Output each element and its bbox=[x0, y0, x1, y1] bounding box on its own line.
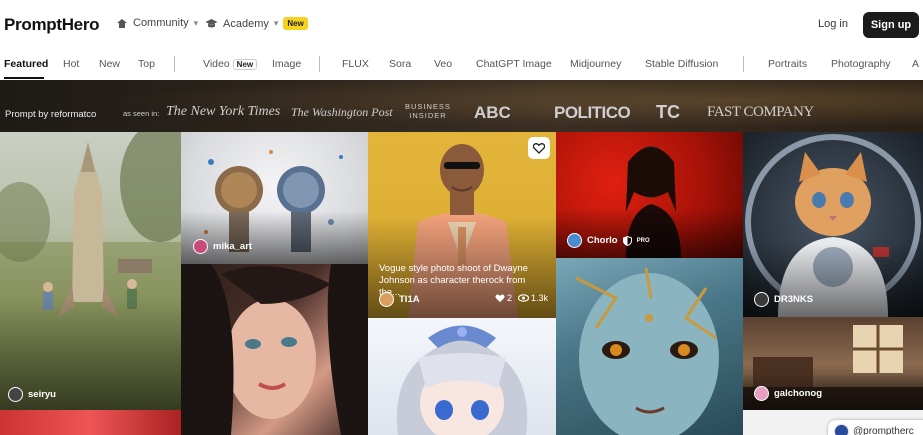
shield-icon bbox=[622, 235, 632, 246]
image-card-robots[interactable]: mika_art bbox=[181, 132, 368, 264]
tab-featured[interactable]: Featured bbox=[4, 58, 48, 70]
author-name: seiryu bbox=[28, 389, 56, 400]
techcrunch-logo: TC bbox=[656, 102, 680, 122]
washington-post-logo: The Washington Post bbox=[291, 105, 393, 119]
tab-flux[interactable]: FLUX bbox=[342, 58, 369, 70]
avatar bbox=[379, 292, 394, 307]
author-name: galchonog bbox=[774, 388, 823, 399]
fast-company-logo: FAST COMPANY bbox=[707, 104, 814, 120]
press-banner: Prompt by reformatco as seen in: The New… bbox=[0, 80, 923, 132]
graduation-cap-icon bbox=[205, 19, 218, 28]
tab-divider bbox=[743, 56, 744, 72]
politico-logo: POLITICO bbox=[554, 103, 631, 122]
card-author[interactable]: seiryu bbox=[8, 387, 56, 402]
like-count: 2 bbox=[507, 293, 513, 303]
tab-divider bbox=[174, 56, 175, 72]
community-label: Community bbox=[133, 17, 189, 29]
image-card-astronaut-cat[interactable]: DR3NKS bbox=[743, 132, 923, 317]
chevron-down-icon: ▾ bbox=[273, 18, 279, 28]
avatar bbox=[8, 387, 23, 402]
prompthero-handle-pill[interactable]: @promptherc bbox=[828, 420, 923, 435]
tab-sora[interactable]: Sora bbox=[389, 58, 411, 70]
author-name: TI1A bbox=[399, 294, 420, 305]
image-card-cozy-room[interactable]: galchonog bbox=[743, 317, 923, 410]
academy-dropdown[interactable]: Academy ▾ New bbox=[205, 17, 308, 30]
image-card-anime-girl[interactable] bbox=[368, 318, 556, 435]
nyt-logo: The New York Times bbox=[166, 104, 281, 119]
tab-midjourney[interactable]: Midjourney bbox=[570, 58, 621, 70]
tab-new[interactable]: New bbox=[99, 58, 120, 70]
tab-top[interactable]: Top bbox=[138, 58, 155, 70]
avatar bbox=[754, 292, 769, 307]
girl-portrait-illustration bbox=[181, 264, 368, 435]
tab-veo[interactable]: Veo bbox=[434, 58, 452, 70]
card-author[interactable]: DR3NKS bbox=[754, 292, 813, 307]
favorite-button[interactable] bbox=[528, 137, 550, 159]
community-icon bbox=[117, 18, 127, 28]
avatar bbox=[193, 239, 208, 254]
image-card-girl-portrait[interactable] bbox=[181, 264, 368, 435]
view-count: 1.3k bbox=[531, 293, 549, 303]
academy-label: Academy bbox=[223, 17, 269, 30]
login-link[interactable]: Log in bbox=[818, 18, 848, 30]
as-seen-in-label: as seen in: bbox=[123, 109, 160, 118]
logo[interactable]: PromptHero bbox=[4, 15, 100, 35]
image-card-partial[interactable] bbox=[0, 410, 181, 435]
community-dropdown[interactable]: Community ▾ bbox=[116, 17, 198, 29]
tab-chatgpt-image[interactable]: ChatGPT Image bbox=[476, 58, 552, 70]
tab-video[interactable]: Video New bbox=[203, 58, 258, 70]
eye-icon bbox=[518, 294, 530, 302]
author-name: Chorlo bbox=[587, 235, 618, 246]
author-name: mika_art bbox=[213, 241, 253, 252]
image-card-rocket[interactable]: seiryu bbox=[0, 132, 181, 410]
cracked-face-illustration bbox=[575, 267, 719, 435]
pro-badge: PRO bbox=[636, 237, 650, 244]
tab-photography[interactable]: Photography bbox=[831, 58, 891, 70]
business-insider-logo: BUSINESS INSIDER bbox=[405, 102, 451, 120]
handle-text: @promptherc bbox=[853, 425, 914, 435]
card-author[interactable]: galchonog bbox=[754, 386, 822, 401]
video-new-badge: New bbox=[232, 59, 258, 70]
image-card-red-woman[interactable]: Chorlo PRO bbox=[556, 132, 743, 258]
signup-button[interactable]: Sign up bbox=[863, 12, 919, 38]
card-author[interactable]: Chorlo PRO bbox=[567, 233, 650, 248]
image-card-the-rock[interactable]: Vogue style photo shoot of Dwayne Johnso… bbox=[368, 132, 556, 318]
active-tab-indicator bbox=[4, 77, 44, 79]
avatar bbox=[754, 386, 769, 401]
anime-girl-illustration bbox=[396, 325, 528, 435]
heart-icon bbox=[533, 142, 545, 154]
top-header: PromptHero Community ▾ Academy ▾ New Log… bbox=[0, 0, 923, 50]
tab-hot[interactable]: Hot bbox=[63, 58, 79, 70]
image-card-cracked-face[interactable] bbox=[556, 258, 743, 435]
avatar bbox=[567, 233, 582, 248]
tab-image[interactable]: Image bbox=[272, 58, 301, 70]
academy-new-badge: New bbox=[283, 17, 308, 30]
card-stats: 2 1.3k bbox=[495, 293, 548, 303]
avatar bbox=[834, 423, 849, 435]
card-author[interactable]: TI1A bbox=[379, 292, 420, 307]
tab-portraits[interactable]: Portraits bbox=[768, 58, 807, 70]
chevron-down-icon: ▾ bbox=[193, 17, 199, 28]
tab-more[interactable]: A bbox=[912, 58, 919, 70]
card-author[interactable]: mika_art bbox=[193, 239, 252, 254]
tab-video-label: Video bbox=[203, 58, 230, 70]
abc-logo: ABC bbox=[474, 103, 511, 122]
banner-prompt-credit[interactable]: Prompt by reformatco bbox=[5, 109, 96, 120]
heart-icon bbox=[495, 294, 505, 302]
tab-divider bbox=[319, 56, 320, 72]
tab-stable-diffusion[interactable]: Stable Diffusion bbox=[645, 58, 718, 70]
author-name: DR3NKS bbox=[774, 294, 814, 305]
